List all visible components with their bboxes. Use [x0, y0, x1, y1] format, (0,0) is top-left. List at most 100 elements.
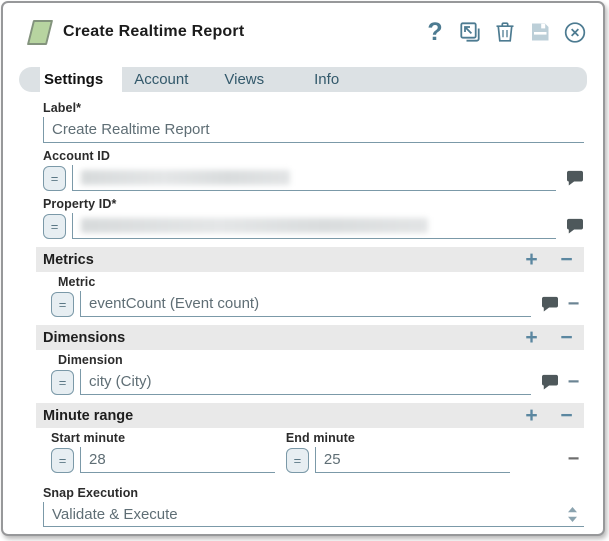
account-id-expression-toggle[interactable]: = — [43, 165, 66, 191]
redacted-value — [81, 218, 428, 233]
equals-icon: = — [293, 452, 302, 468]
dimensions-section-header: Dimensions + − — [36, 325, 584, 350]
tab-bar-left-cap — [19, 67, 40, 92]
end-minute-input[interactable]: 25 — [314, 447, 510, 473]
save-button[interactable] — [528, 20, 552, 44]
settings-panel: Label* Create Realtime Report Account ID… — [3, 101, 603, 527]
tab-views[interactable]: Views — [212, 71, 276, 88]
open-in-new-window-button[interactable] — [458, 20, 482, 44]
snap-execution-label: Snap Execution — [43, 486, 139, 500]
end-minute-value: 25 — [323, 451, 341, 468]
help-button[interactable]: ? — [423, 17, 447, 46]
minute-range-row: Start minute = 28 End minute = 25 − — [51, 431, 584, 473]
label-field-label: Label* — [43, 101, 82, 115]
equals-icon: = — [50, 218, 59, 234]
close-button[interactable] — [563, 20, 587, 44]
dimension-row-remove-button[interactable]: − — [563, 372, 584, 392]
metrics-section: Metrics + − Metric = eventCount (Event c… — [36, 247, 584, 317]
dimensions-remove-row-button[interactable]: − — [556, 327, 577, 348]
dimensions-section-body: Dimension = city (City) − — [51, 353, 584, 395]
minute-range-add-row-button[interactable]: + — [521, 405, 542, 426]
trash-icon — [496, 22, 514, 42]
start-minute-column: Start minute = 28 — [51, 431, 275, 473]
tab-settings[interactable]: Settings — [40, 67, 123, 92]
metrics-section-body: Metric = eventCount (Event count) − — [51, 275, 584, 317]
metric-row-remove-button[interactable]: − — [563, 294, 584, 314]
minute-range-remove-row-button[interactable]: − — [556, 405, 577, 426]
start-minute-value: 28 — [89, 451, 106, 468]
equals-icon: = — [58, 296, 67, 312]
equals-icon: = — [58, 452, 67, 468]
minute-range-section-title: Minute range — [43, 407, 134, 424]
label-input-value: Create Realtime Report — [52, 121, 210, 138]
dimensions-section-title: Dimensions — [43, 329, 126, 346]
snap-settings-dialog: Create Realtime Report ? Settings Accoun… — [1, 1, 605, 536]
tab-account-label: Account — [134, 71, 189, 88]
start-minute-field-row: = 28 — [51, 447, 275, 473]
save-icon — [532, 23, 549, 41]
tab-account[interactable]: Account — [122, 71, 200, 88]
end-minute-column: End minute = 25 — [285, 431, 510, 473]
comment-bubble-icon[interactable] — [541, 296, 559, 312]
comment-bubble-icon[interactable] — [566, 170, 584, 186]
tab-info[interactable]: Info — [302, 71, 351, 88]
redacted-value — [81, 170, 290, 185]
label-field-row: Create Realtime Report — [43, 117, 584, 143]
minute-range-section-header: Minute range + − — [36, 403, 584, 428]
property-id-field-row: = — [43, 213, 584, 239]
dimension-field-label: Dimension — [58, 353, 123, 367]
dimension-expression-toggle[interactable]: = — [51, 369, 74, 395]
header-actions: ? — [423, 17, 587, 46]
minute-range-row-remove-button[interactable]: − — [563, 449, 584, 473]
property-id-expression-toggle[interactable]: = — [43, 213, 66, 239]
metrics-remove-row-button[interactable]: − — [556, 249, 577, 270]
minute-range-section-body: Start minute = 28 End minute = 25 − — [51, 431, 584, 473]
help-icon: ? — [427, 17, 443, 46]
dialog-header: Create Realtime Report ? — [3, 3, 603, 59]
end-minute-expression-toggle[interactable]: = — [285, 447, 309, 473]
popout-icon — [460, 22, 480, 42]
tab-settings-label: Settings — [44, 71, 104, 88]
snap-execution-select[interactable]: Validate & Execute — [43, 502, 584, 527]
end-minute-field-row: = 25 — [285, 447, 510, 473]
minute-range-section: Minute range + − Start minute = 28 End m… — [36, 403, 584, 473]
property-id-field-label: Property ID* — [43, 197, 117, 211]
property-id-input[interactable] — [72, 213, 556, 239]
tab-bar: Settings Account Views Info — [19, 67, 587, 92]
delete-button[interactable] — [493, 20, 517, 44]
start-minute-label: Start minute — [51, 431, 126, 445]
comment-bubble-icon[interactable] — [566, 218, 584, 234]
dimensions-add-row-button[interactable]: + — [521, 327, 542, 348]
equals-icon: = — [58, 374, 67, 390]
close-icon — [564, 21, 586, 43]
screen: Create Realtime Report ? Settings Accoun… — [0, 0, 609, 541]
dialog-title: Create Realtime Report — [63, 23, 245, 40]
equals-icon: = — [50, 170, 59, 186]
snap-parallelogram-icon — [26, 19, 54, 45]
metrics-add-row-button[interactable]: + — [521, 249, 542, 270]
start-minute-expression-toggle[interactable]: = — [51, 447, 74, 473]
metric-expression-toggle[interactable]: = — [51, 291, 74, 317]
account-id-field-row: = — [43, 165, 584, 191]
metric-field-row: = eventCount (Event count) − — [51, 291, 584, 317]
metric-field-label: Metric — [58, 275, 96, 289]
snap-execution-value: Validate & Execute — [52, 505, 178, 523]
tab-bar-rest: Account Views Info — [122, 67, 587, 92]
select-spinner-icon — [568, 506, 577, 522]
snap-execution-field: Snap Execution Validate & Execute — [36, 486, 584, 527]
comment-bubble-icon[interactable] — [541, 374, 559, 390]
tab-views-label: Views — [224, 71, 265, 88]
dimensions-section: Dimensions + − Dimension = city (City) − — [36, 325, 584, 395]
metric-input-value: eventCount (Event count) — [89, 295, 260, 312]
account-id-field-label: Account ID — [43, 149, 110, 163]
dimension-input-value: city (City) — [89, 373, 152, 390]
metric-input[interactable]: eventCount (Event count) — [80, 291, 531, 317]
dimension-field-row: = city (City) − — [51, 369, 584, 395]
metrics-section-header: Metrics + − — [36, 247, 584, 272]
tab-info-label: Info — [314, 71, 340, 88]
label-input[interactable]: Create Realtime Report — [43, 117, 584, 143]
start-minute-input[interactable]: 28 — [80, 447, 275, 473]
dimension-input[interactable]: city (City) — [80, 369, 531, 395]
account-id-input[interactable] — [72, 165, 556, 191]
metrics-section-title: Metrics — [43, 251, 94, 268]
